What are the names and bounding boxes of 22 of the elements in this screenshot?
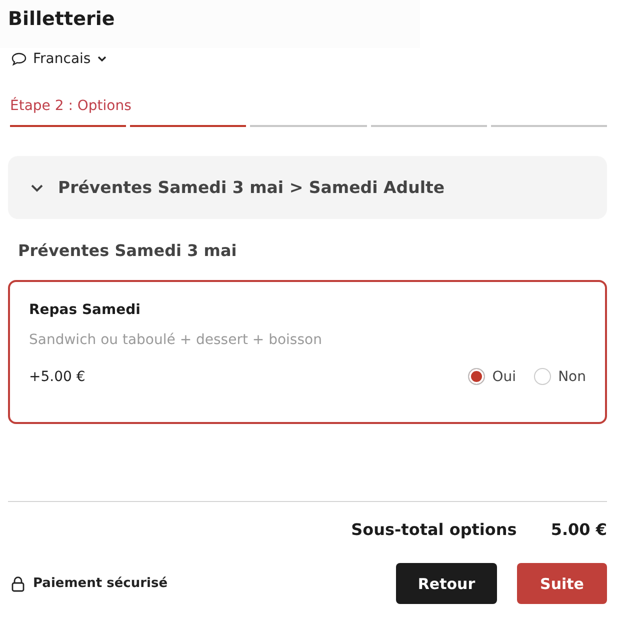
back-button[interactable]: Retour — [396, 563, 497, 604]
chevron-down-icon — [96, 55, 107, 63]
page-title: Billetterie — [8, 8, 115, 30]
accordion-title: Préventes Samedi 3 mai > Samedi Adulte — [58, 178, 445, 197]
language-selector[interactable]: Francais — [33, 51, 107, 67]
subtotal-label: Sous-total options — [351, 520, 517, 539]
option-name: Repas Samedi — [29, 302, 142, 318]
radio-label[interactable]: Oui — [492, 368, 516, 384]
secure-payment-label: Paiement sécurisé — [33, 576, 168, 591]
step-label: Étape 2 : Options — [10, 98, 132, 116]
lock-icon — [11, 576, 25, 592]
chevron-down-icon — [30, 182, 44, 192]
next-button[interactable]: Suite — [517, 563, 607, 604]
speech-bubble-icon — [11, 52, 27, 66]
radio-button[interactable] — [534, 368, 552, 385]
subtotal-value: 5.00 € — [550, 520, 607, 539]
accordion-header[interactable]: Préventes Samedi 3 mai > Samedi Adulte — [8, 156, 607, 219]
radio-label[interactable]: Non — [558, 368, 586, 384]
section-title: Préventes Samedi 3 mai — [18, 241, 238, 261]
option-price: +5.00 € — [29, 368, 86, 384]
option-description: Sandwich ou taboulé + dessert + boisson — [29, 332, 323, 348]
radio-button[interactable] — [468, 368, 486, 385]
